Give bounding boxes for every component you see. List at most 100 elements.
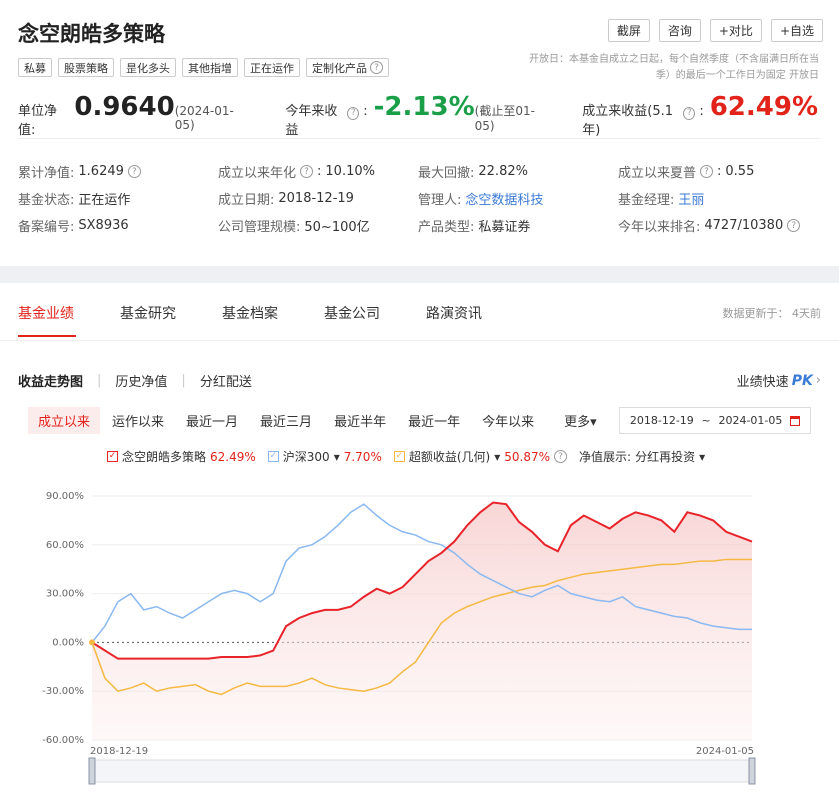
legend-fund-value: 62.49%: [210, 449, 256, 464]
calendar-icon: [790, 415, 801, 426]
open-day-note: 开放日：本基金自成立之日起，每个自然季度（不含届满日所在当季）的最后一个工作日为…: [529, 54, 819, 81]
range-slider-handle-right: [748, 757, 756, 785]
tab-performance[interactable]: 基金业绩: [18, 303, 74, 323]
subtab-history-nav[interactable]: 历史净值: [115, 371, 167, 390]
legend-fund[interactable]: ✓ 念空朗皓多策略 62.49%: [107, 448, 256, 465]
help-icon[interactable]: ?: [787, 219, 801, 232]
divider: [18, 138, 821, 139]
tag-long: 昰化多头: [120, 58, 176, 77]
tag-stock-strategy: 股票策略: [58, 58, 114, 77]
fund-tags: 私募 股票策略 昰化多头 其他指增 正在运作 定制化产品?: [18, 58, 389, 77]
consult-button[interactable]: 咨询: [658, 19, 701, 42]
tag-private: 私募: [18, 58, 52, 77]
detail-value: 私募证券: [478, 220, 531, 235]
legend-index-name: 沪深300: [282, 450, 330, 464]
quick-pk-link[interactable]: 业绩快速 PK ›: [736, 371, 821, 391]
range-1y[interactable]: 最近一年: [398, 407, 470, 434]
since-label: 成立来收益(5.1年): [582, 104, 674, 138]
legend-excess[interactable]: ✓ 超额收益(几何) ▾ 50.87% ?: [393, 448, 568, 465]
action-buttons: 截屏 咨询 +对比 +自选: [607, 19, 823, 42]
chart-legend: ✓ 念空朗皓多策略 62.49% ✓ 沪深300 ▾ 7.70% ✓ 超额收益(…: [107, 448, 705, 465]
y-tick-label: 60.00%: [46, 540, 84, 551]
tag-index-enhanced: 其他指增: [182, 58, 238, 77]
range-selector: 成立以来 运作以来 最近一月 最近三月 最近半年 最近一年 今年以来 更多▾: [28, 407, 609, 434]
detail-label: 今年以来排名:: [618, 220, 701, 235]
detail-row: 备案编号: SX8936 公司管理规模: 50~100亿 产品类型: 私募证券 今年以来排名…: [18, 212, 818, 239]
return-chart[interactable]: 90.00% 60.00% 30.00% 0.00% -30.00% -60.00% 201…: [0, 478, 839, 810]
date-range-picker[interactable]: 2018-12-19 ~ 2024-01-05: [619, 407, 811, 434]
x-tick-label: 2024-01-05: [696, 746, 754, 757]
nav-date: (2024-01-05): [174, 104, 234, 132]
detail-colon: :: [717, 164, 722, 179]
detail-cell: 成立日期: 2018-12-19: [218, 189, 418, 208]
legend-index[interactable]: ✓ 沪深300 ▾ 7.70%: [267, 448, 382, 465]
tab-company[interactable]: 基金公司: [324, 303, 380, 323]
detail-value: 10.10%: [325, 164, 375, 179]
detail-cell: 成立以来夏普?:0.55: [618, 162, 818, 181]
nav-display-select[interactable]: 净值展示: 分红再投资 ▾: [579, 448, 705, 465]
y-tick-label: 90.00%: [46, 491, 84, 502]
range-ytd[interactable]: 今年以来: [472, 407, 544, 434]
legend-fund-name: 念空朗皓多策略: [122, 450, 207, 464]
checkbox-icon: ✓: [267, 451, 279, 462]
help-icon[interactable]: ?: [300, 165, 314, 178]
y-tick-label: -30.00%: [42, 686, 84, 697]
nav-value: 0.9640: [74, 92, 175, 122]
detail-cell: 累计净值: 1.6249?: [18, 162, 218, 181]
chart-subtabs: 收益走势图 | 历史净值 | 分红配送: [18, 371, 252, 390]
range-since-inception[interactable]: 成立以来: [28, 407, 101, 434]
divider: [0, 340, 839, 341]
caret-down-icon: ▾: [333, 449, 340, 464]
nav-display-label: 净值展示:: [579, 450, 632, 464]
help-icon[interactable]: ?: [683, 106, 696, 120]
range-1m[interactable]: 最近一月: [176, 407, 248, 434]
help-icon[interactable]: ?: [347, 106, 360, 120]
range-since-operation[interactable]: 运作以来: [102, 407, 174, 434]
help-icon[interactable]: ?: [554, 450, 568, 463]
watchlist-button[interactable]: +自选: [770, 19, 823, 42]
subtab-return-trend[interactable]: 收益走势图: [18, 371, 83, 390]
date-separator: ~: [701, 414, 711, 427]
detail-value: 50~100亿: [304, 220, 370, 235]
help-icon[interactable]: ?: [127, 165, 141, 178]
tab-research[interactable]: 基金研究: [120, 303, 176, 323]
legend-index-value: 7.70%: [343, 449, 382, 464]
ytd-label: 今年来收益: [285, 104, 338, 138]
detail-row: 累计净值: 1.6249? 成立以来年化?: 10.10% 最大回撤: 22.82% 成立以…: [18, 158, 818, 185]
since-colon: :: [699, 104, 704, 119]
detail-label: 成立以来年化: [218, 166, 297, 181]
tab-archive[interactable]: 基金档案: [222, 303, 278, 323]
detail-label: 最大回撤:: [418, 166, 475, 181]
help-icon[interactable]: ?: [370, 61, 383, 74]
detail-cell: 今年以来排名: 4727/10380?: [618, 216, 818, 235]
nav-display-value: 分红再投资: [635, 450, 696, 464]
detail-value: 正在运作: [78, 193, 131, 208]
pk-label: 业绩快速: [736, 375, 789, 390]
detail-value: SX8936: [78, 218, 129, 233]
y-tick-label: 0.00%: [52, 637, 84, 648]
separator: |: [97, 373, 102, 388]
compare-button[interactable]: +对比: [709, 19, 762, 42]
start-marker: [89, 639, 95, 646]
range-more-dropdown[interactable]: 更多▾: [554, 407, 607, 434]
detail-value: 22.82%: [478, 164, 528, 179]
detail-value[interactable]: 王丽: [678, 189, 704, 208]
range-3m[interactable]: 最近三月: [250, 407, 322, 434]
tab-roadshow[interactable]: 路演资讯: [426, 303, 482, 323]
since-value: 62.49%: [709, 92, 818, 122]
fund-details: 累计净值: 1.6249? 成立以来年化?: 10.10% 最大回撤: 22.82% 成立以…: [18, 158, 818, 239]
help-icon[interactable]: ?: [700, 165, 714, 178]
detail-value[interactable]: 念空数据科技: [465, 189, 543, 208]
detail-cell: 公司管理规模: 50~100亿: [218, 216, 418, 235]
y-tick-label: -60.00%: [42, 735, 84, 746]
detail-cell: 基金状态: 正在运作: [18, 189, 218, 208]
detail-cell: 备案编号: SX8936: [18, 216, 218, 235]
detail-label: 产品类型:: [418, 220, 475, 235]
performance-card: 基金业绩 基金研究 基金档案 基金公司 路演资讯 数据更新于： 4天前 收益走势…: [0, 283, 839, 810]
nav-label: 单位净值:: [18, 104, 58, 138]
tag-customized-label: 定制化产品: [312, 61, 367, 75]
main-tabs: 基金业绩 基金研究 基金档案 基金公司 路演资讯: [18, 303, 482, 323]
range-6m[interactable]: 最近半年: [324, 407, 396, 434]
subtab-dividend[interactable]: 分红配送: [200, 371, 252, 390]
screenshot-button[interactable]: 截屏: [607, 19, 650, 42]
